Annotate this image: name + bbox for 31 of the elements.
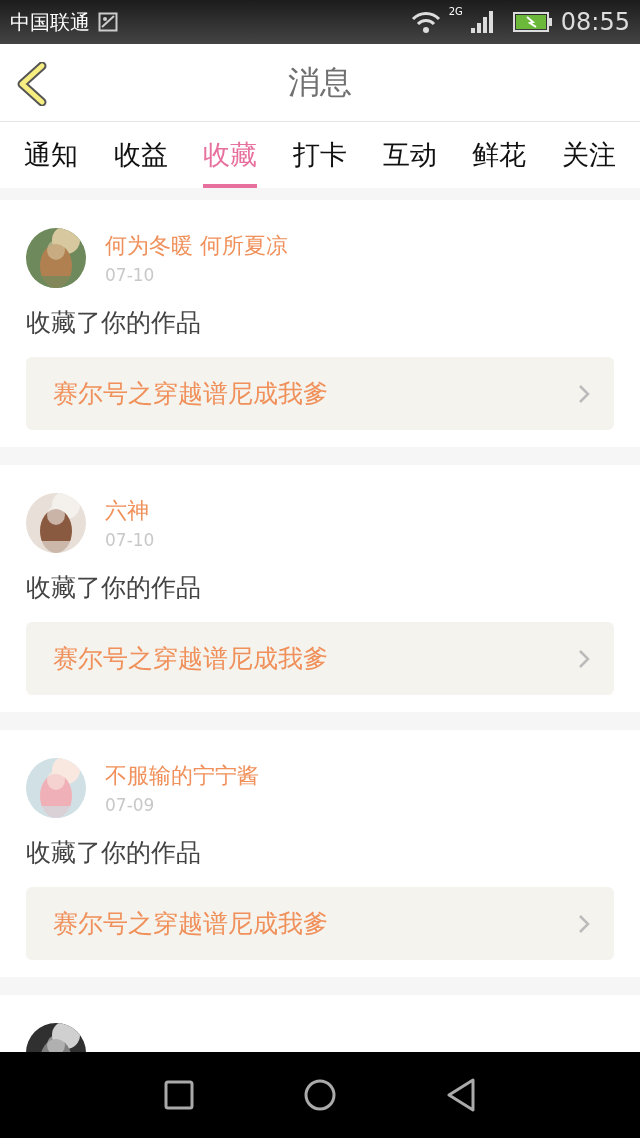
tab[interactable]: 互动 xyxy=(382,122,437,188)
back-nav-icon[interactable] xyxy=(446,1078,476,1112)
wifi-icon xyxy=(410,11,441,33)
tab[interactable]: 收藏 xyxy=(203,122,258,188)
work-link[interactable]: 赛尔号之穿越谱尼成我爹 xyxy=(26,357,614,430)
network-label: 2G xyxy=(448,6,463,17)
user-name[interactable]: 不服输的宁宁酱 xyxy=(105,761,259,791)
carrier-name: 中国联通 xyxy=(10,8,90,36)
tab[interactable]: 关注 xyxy=(562,122,617,188)
tab[interactable]: 鲜花 xyxy=(472,122,527,188)
home-icon[interactable] xyxy=(304,1079,336,1111)
chevron-icon xyxy=(578,383,590,404)
recent-apps-icon[interactable] xyxy=(164,1080,194,1110)
message-text: 收藏了你的作品 xyxy=(26,572,202,604)
work-link[interactable]: 赛尔号之穿越谱尼成我爹 xyxy=(26,622,614,695)
user-name[interactable]: 何为冬暖 何所夏凉 xyxy=(105,231,288,261)
back-icon[interactable] xyxy=(16,62,48,106)
clock: 08:55 xyxy=(560,8,630,36)
page-title: 消息 xyxy=(288,61,352,103)
chevron-icon xyxy=(578,913,590,934)
tab[interactable]: 打卡 xyxy=(292,122,347,188)
message-text: 收藏了你的作品 xyxy=(26,837,202,869)
tab[interactable]: 通知 xyxy=(23,122,78,188)
chevron-icon xyxy=(578,648,590,669)
user-name[interactable]: 六神 xyxy=(105,496,155,526)
signal-icon xyxy=(470,11,493,33)
message-text: 收藏了你的作品 xyxy=(26,307,202,339)
battery-icon xyxy=(512,12,553,32)
image-icon xyxy=(98,12,118,32)
work-link[interactable]: 赛尔号之穿越谱尼成我爹 xyxy=(26,887,614,960)
tab[interactable]: 收益 xyxy=(113,122,168,188)
